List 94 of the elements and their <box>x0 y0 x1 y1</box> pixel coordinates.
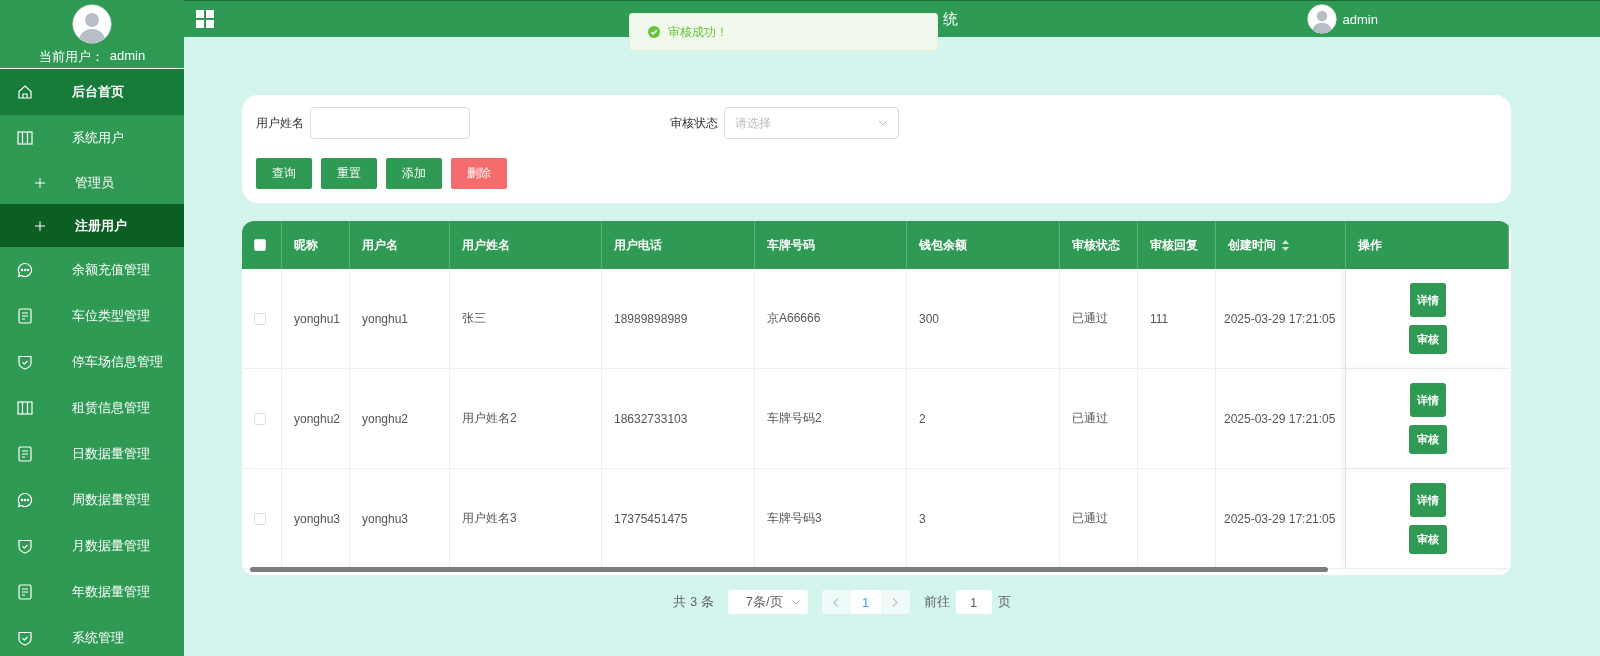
goto-page-field[interactable]: 1 <box>955 590 992 614</box>
previous-page-button[interactable] <box>821 590 851 614</box>
row-action-button[interactable]: 详情 <box>1409 283 1446 317</box>
horizontal-scrollbar[interactable] <box>250 567 1328 572</box>
status-select-field[interactable]: 请选择 <box>724 107 899 139</box>
table-cell: yonghu2 <box>350 369 450 469</box>
sidebar-menu-item[interactable]: 管理员 <box>0 161 184 204</box>
chat-icon <box>17 492 33 508</box>
chevron-down-icon <box>791 599 800 605</box>
page-number-button[interactable]: 1 <box>850 590 881 614</box>
sidebar-menu-item[interactable]: 租赁信息管理 <box>0 385 184 431</box>
goto-suffix: 页 <box>997 593 1011 611</box>
sidebar-menu-item[interactable]: 年数据量管理 <box>0 569 184 615</box>
sidebar-menu-item[interactable]: 日数据量管理 <box>0 431 184 477</box>
row-checkbox[interactable] <box>254 412 266 425</box>
table-cell: 已通过 <box>1060 269 1138 369</box>
table-cell: 2 <box>907 369 1060 469</box>
row-action-button[interactable]: 详情 <box>1409 383 1446 417</box>
grid-menu-icon[interactable] <box>196 10 214 28</box>
current-user-label: 当前用户： <box>38 48 104 66</box>
table-cell: 张三 <box>450 269 602 369</box>
table-cell: 300 <box>907 269 1060 369</box>
total-count: 共 3 条 <box>673 593 714 611</box>
column-header: 钱包余额 <box>919 236 967 254</box>
table-cell: 111 <box>1138 269 1216 369</box>
goto-label: 前往 <box>923 593 950 611</box>
current-user-name: admin <box>109 48 146 65</box>
action-button[interactable]: 添加 <box>386 158 442 189</box>
plus-icon <box>35 177 45 188</box>
sidebar-menu-item[interactable]: 注册用户 <box>0 204 184 247</box>
document-icon <box>18 308 32 324</box>
column-header: 用户姓名 <box>462 236 510 254</box>
shield-icon <box>17 354 33 370</box>
table-cell: 车牌号码2 <box>755 369 907 469</box>
toast-message: 审核成功！ <box>668 23 728 41</box>
table-cell: 18632733103 <box>602 369 755 469</box>
next-page-button[interactable] <box>880 590 910 614</box>
column-header: 审核状态 <box>1072 236 1120 254</box>
table-cell: 用户姓名2 <box>450 369 602 469</box>
table-cell: yonghu1 <box>350 269 450 369</box>
row-action-button[interactable]: 审核 <box>1408 525 1447 554</box>
plus-icon <box>35 220 45 231</box>
column-header: 车牌号码 <box>767 236 815 254</box>
action-button[interactable]: 重置 <box>321 158 377 189</box>
table-cell: 京A66666 <box>755 269 907 369</box>
column-header: 昵称 <box>294 236 318 254</box>
table-cell: 18989898989 <box>602 269 755 369</box>
row-action-button[interactable]: 详情 <box>1409 483 1446 517</box>
select-all-checkbox[interactable] <box>254 239 266 251</box>
columns-icon <box>17 131 33 145</box>
shield-icon <box>17 538 33 554</box>
field-label: 用户姓名 <box>256 114 305 132</box>
chat-icon <box>17 262 33 278</box>
header-user-name: admin <box>1342 11 1378 27</box>
row-action-button[interactable]: 审核 <box>1408 325 1447 354</box>
table-cell: yonghu1 <box>282 269 350 369</box>
sidebar-menu-item[interactable]: 余额充值管理 <box>0 247 184 293</box>
row-action-button[interactable]: 审核 <box>1408 425 1447 454</box>
sidebar-menu-item[interactable]: 系统用户 <box>0 115 184 161</box>
chevron-down-icon <box>878 120 888 126</box>
sidebar-menu-item[interactable]: 周数据量管理 <box>0 477 184 523</box>
field-label: 审核状态 <box>670 114 719 132</box>
column-header: 用户名 <box>362 236 398 254</box>
column-header: 创建时间 <box>1228 236 1276 254</box>
chevron-left-icon <box>833 597 840 607</box>
home-icon <box>17 84 33 100</box>
sidebar-menu-item[interactable]: 车位类型管理 <box>0 293 184 339</box>
name-input-field[interactable] <box>310 107 470 139</box>
row-checkbox[interactable] <box>254 512 266 525</box>
sort-icon[interactable] <box>1282 239 1289 251</box>
table-cell: yonghu2 <box>282 369 350 469</box>
row-checkbox[interactable] <box>254 312 266 325</box>
chevron-right-icon <box>892 597 899 607</box>
table-cell: 已通过 <box>1060 369 1138 469</box>
avatar-icon <box>1306 4 1337 34</box>
success-icon <box>648 26 660 38</box>
action-button[interactable]: 删除 <box>451 158 507 189</box>
page-size-select[interactable]: 7条/页 <box>727 590 808 614</box>
column-header: 用户电话 <box>614 236 662 254</box>
sidebar-menu-item[interactable]: 月数据量管理 <box>0 523 184 569</box>
action-button[interactable]: 查询 <box>256 158 312 189</box>
sidebar-menu-item[interactable]: 停车场信息管理 <box>0 339 184 385</box>
table-cell: 2025-03-29 17:21:05 <box>1216 269 1346 369</box>
sidebar-menu-item[interactable]: 系统管理 <box>0 615 184 656</box>
document-icon <box>18 584 32 600</box>
sidebar-menu-item[interactable]: 后台首页 <box>0 69 184 115</box>
column-header: 操作 <box>1358 236 1382 254</box>
document-icon <box>18 446 32 462</box>
columns-icon <box>17 401 33 415</box>
table-cell: 2025-03-29 17:21:05 <box>1216 369 1346 469</box>
column-header: 审核回复 <box>1150 236 1198 254</box>
shield-icon <box>17 630 33 646</box>
avatar-icon <box>72 4 112 44</box>
system-title: 统 <box>943 9 958 29</box>
